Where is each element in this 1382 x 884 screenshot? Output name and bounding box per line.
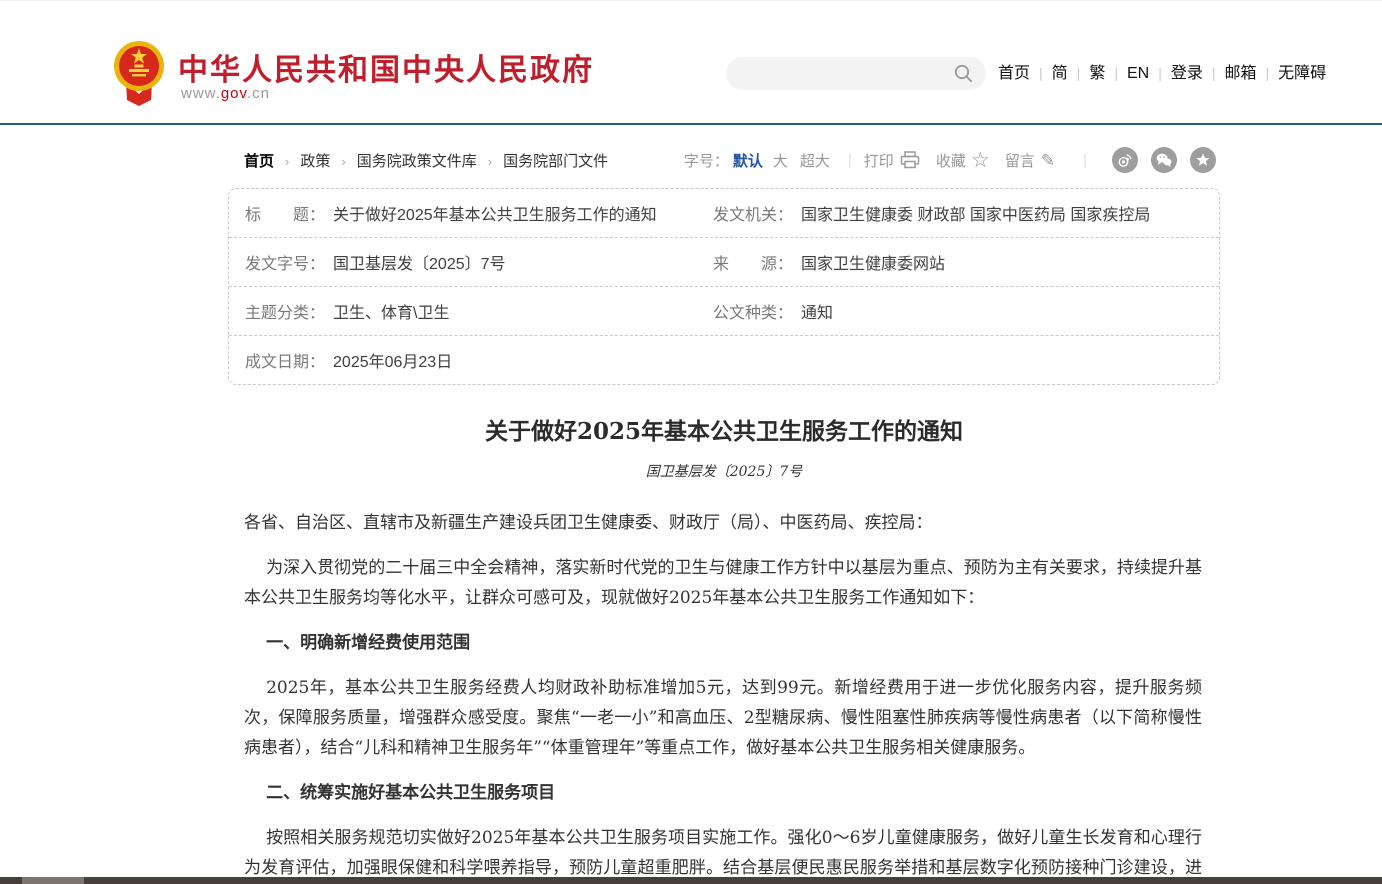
meta-label-date: 成文日期： bbox=[245, 354, 325, 371]
meta-label-issuing-agency: 发文机关： bbox=[713, 207, 793, 224]
star-icon: ☆ bbox=[972, 152, 989, 169]
breadcrumb-item-policy-library[interactable]: 国务院政策文件库 bbox=[357, 153, 477, 170]
meta-label-doc-type: 公文种类： bbox=[713, 305, 793, 322]
printer-icon bbox=[900, 151, 920, 169]
font-size-label: 字号： bbox=[684, 150, 729, 171]
share-weibo-button[interactable] bbox=[1112, 147, 1138, 173]
nav-item-mail[interactable]: 邮箱 bbox=[1225, 65, 1257, 82]
nav-separator: | bbox=[1158, 65, 1162, 81]
breadcrumb-item-home[interactable]: 首页 bbox=[244, 153, 274, 170]
print-label: 打印 bbox=[864, 150, 894, 171]
pencil-icon: ✎ bbox=[1041, 152, 1055, 169]
breadcrumb-separator: › bbox=[341, 154, 345, 169]
nav-separator: | bbox=[1266, 65, 1270, 81]
document-body: 各省、自治区、直辖市及新疆生产建设兵团卫生健康委、财政厅（局）、中医药局、疾控局… bbox=[228, 481, 1220, 884]
breadcrumb-item-department-documents: 国务院部门文件 bbox=[503, 153, 608, 170]
share-qzone-button[interactable] bbox=[1190, 147, 1216, 173]
site-header: 中华人民共和国中央人民政府 www.gov.cn 首页 | 简 | 繁 | EN | 登录 | 邮箱… bbox=[0, 0, 1382, 125]
paragraph-intro: 为深入贯彻党的二十届三中全会精神，落实新时代党的卫生与健康工作方针中以基层为重点… bbox=[244, 553, 1202, 613]
star-badge-icon bbox=[1193, 150, 1213, 170]
section-heading-1: 一、明确新增经费使用范围 bbox=[244, 628, 1202, 658]
meta-value-doc-type: 通知 bbox=[801, 305, 833, 322]
meta-value-title: 关于做好2025年基本公共卫生服务工作的通知 bbox=[333, 207, 657, 224]
meta-label-source: 来 源： bbox=[713, 256, 793, 273]
page: 中华人民共和国中央人民政府 www.gov.cn 首页 | 简 | 繁 | EN | 登录 | 邮箱… bbox=[0, 0, 1382, 884]
favorite-button[interactable]: 收藏 ☆ bbox=[936, 150, 989, 171]
site-url-gov: gov bbox=[221, 85, 247, 102]
search-input[interactable] bbox=[726, 57, 986, 90]
meta-label-title: 标 题： bbox=[245, 207, 325, 224]
share-wechat-button[interactable] bbox=[1151, 147, 1177, 173]
font-size-large-button[interactable]: 大 bbox=[773, 150, 788, 171]
meta-value-date: 2025年06月23日 bbox=[333, 354, 452, 371]
breadcrumb: 首页 › 政策 › 国务院政策文件库 › 国务院部门文件 bbox=[244, 150, 608, 171]
tools-separator: | bbox=[1083, 152, 1087, 169]
toolbar-row: 首页 › 政策 › 国务院政策文件库 › 国务院部门文件 字号： 默认 大 超大 | 打印 bbox=[228, 146, 1220, 174]
paragraph-section-1: 2025年，基本公共卫生服务经费人均财政补助标准增加5元，达到99元。新增经费用… bbox=[244, 673, 1202, 763]
search-box[interactable] bbox=[726, 57, 986, 90]
wechat-icon bbox=[1154, 150, 1174, 170]
breadcrumb-item-policy[interactable]: 政策 bbox=[300, 153, 330, 170]
search-icon[interactable] bbox=[954, 64, 973, 83]
document-article: 关于做好2025年基本公共卫生服务工作的通知 国卫基层发〔2025〕7号 各省、… bbox=[228, 412, 1220, 884]
meta-row-title-agency: 标 题： 关于做好2025年基本公共卫生服务工作的通知 发文机关： 国家卫生健康委 … bbox=[229, 189, 1219, 238]
nav-separator: | bbox=[1114, 65, 1118, 81]
weibo-icon bbox=[1115, 150, 1135, 170]
nav-item-simplified[interactable]: 简 bbox=[1052, 65, 1068, 82]
comment-label: 留言 bbox=[1005, 150, 1035, 171]
print-button[interactable]: 打印 bbox=[864, 150, 920, 171]
paragraph-section-2: 按照相关服务规范切实做好2025年基本公共卫生服务项目实施工作。强化0～6岁儿童… bbox=[244, 823, 1202, 884]
nav-separator: | bbox=[1039, 65, 1043, 81]
breadcrumb-separator: › bbox=[488, 154, 492, 169]
meta-row-category-doctype: 主题分类： 卫生、体育\卫生 公文种类： 通知 bbox=[229, 287, 1219, 336]
meta-value-doc-number: 国卫基层发〔2025〕7号 bbox=[333, 256, 506, 273]
section-heading-2: 二、统筹实施好基本公共卫生服务项目 bbox=[244, 778, 1202, 808]
nav-separator: | bbox=[1077, 65, 1081, 81]
font-size-default-button[interactable]: 默认 bbox=[733, 150, 763, 171]
site-url-www: www. bbox=[181, 85, 221, 102]
page-tools: 字号： 默认 大 超大 | 打印 收藏 ☆ bbox=[684, 147, 1216, 173]
document-metadata-box: 标 题： 关于做好2025年基本公共卫生服务工作的通知 发文机关： 国家卫生健康委 … bbox=[228, 188, 1220, 385]
meta-value-source: 国家卫生健康委网站 bbox=[801, 256, 945, 273]
tools-separator: | bbox=[848, 152, 852, 169]
meta-label-topic-category: 主题分类： bbox=[245, 305, 325, 322]
comment-button[interactable]: 留言 ✎ bbox=[1005, 150, 1055, 171]
font-size-xlarge-button[interactable]: 超大 bbox=[800, 150, 830, 171]
nav-item-english[interactable]: EN bbox=[1127, 65, 1149, 82]
meta-row-date: 成文日期： 2025年06月23日 bbox=[229, 336, 1219, 384]
site-title[interactable]: 中华人民共和国中央人民政府 bbox=[178, 45, 594, 89]
nav-item-traditional[interactable]: 繁 bbox=[1089, 65, 1105, 82]
nav-item-login[interactable]: 登录 bbox=[1171, 65, 1203, 82]
breadcrumb-separator: › bbox=[285, 154, 289, 169]
bottom-bar-segment bbox=[22, 877, 84, 884]
meta-value-issuing-agency: 国家卫生健康委 财政部 国家中医药局 国家疾控局 bbox=[801, 207, 1150, 224]
nav-separator: | bbox=[1212, 65, 1216, 81]
meta-value-topic-category: 卫生、体育\卫生 bbox=[333, 305, 449, 322]
nav-item-home[interactable]: 首页 bbox=[998, 65, 1030, 82]
top-nav: 首页 | 简 | 繁 | EN | 登录 | 邮箱 | 无障碍 bbox=[998, 62, 1326, 85]
site-url[interactable]: www.gov.cn bbox=[181, 85, 270, 102]
document-title: 关于做好2025年基本公共卫生服务工作的通知 bbox=[228, 412, 1220, 446]
site-url-cn: .cn bbox=[247, 85, 270, 102]
national-emblem-icon[interactable] bbox=[112, 38, 166, 106]
bottom-bar bbox=[0, 877, 1382, 884]
paragraph-greeting: 各省、自治区、直辖市及新疆生产建设兵团卫生健康委、财政厅（局）、中医药局、疾控局… bbox=[244, 508, 1202, 538]
document-number: 国卫基层发〔2025〕7号 bbox=[228, 461, 1220, 481]
meta-row-docnumber-source: 发文字号： 国卫基层发〔2025〕7号 来 源： 国家卫生健康委网站 bbox=[229, 238, 1219, 287]
nav-item-accessibility[interactable]: 无障碍 bbox=[1278, 65, 1326, 82]
meta-label-doc-number: 发文字号： bbox=[245, 256, 325, 273]
favorite-label: 收藏 bbox=[936, 150, 966, 171]
main-content: 首页 › 政策 › 国务院政策文件库 › 国务院部门文件 字号： 默认 大 超大 | 打印 bbox=[228, 146, 1220, 884]
